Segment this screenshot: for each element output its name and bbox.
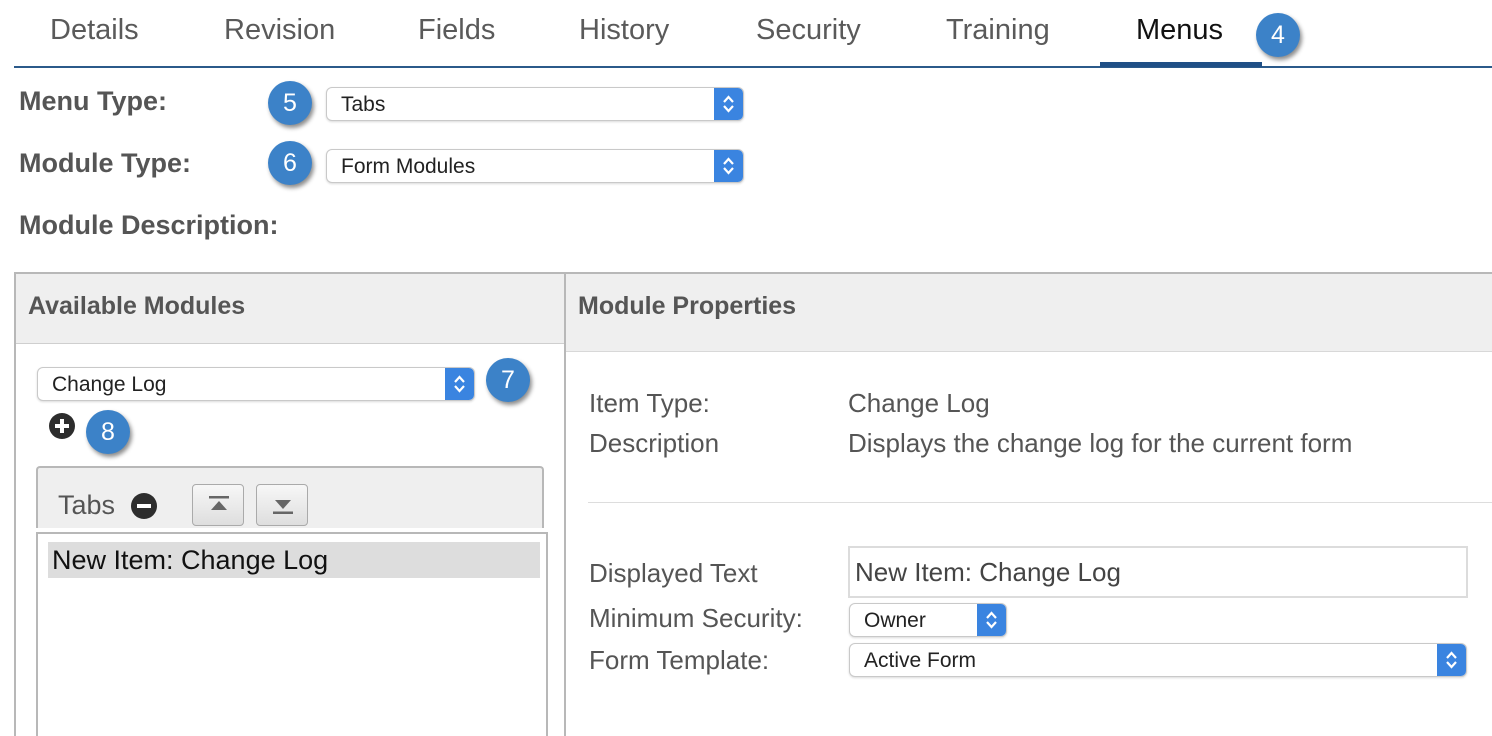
tab-security[interactable]: Security [756, 14, 861, 47]
select-arrows-icon [977, 604, 1006, 636]
callout-badge-6: 6 [268, 141, 312, 185]
tab-history[interactable]: History [579, 14, 669, 47]
displayed-text-input[interactable] [848, 546, 1468, 598]
displayed-text-label: Displayed Text [589, 558, 758, 588]
move-to-top-button[interactable] [192, 484, 244, 526]
callout-badge-8: 8 [86, 410, 130, 454]
tabs-menu-header: Tabs [36, 466, 544, 528]
tab-training[interactable]: Training [946, 14, 1050, 47]
move-top-icon [209, 496, 229, 510]
module-properties-header: Module Properties [566, 274, 1492, 352]
item-type-label: Item Type: [589, 388, 710, 418]
callout-badge-7: 7 [486, 358, 530, 402]
callout-badge-5: 5 [268, 81, 312, 125]
available-modules-title: Available Modules [28, 292, 246, 320]
description-value: Displays the change log for the current … [848, 428, 1353, 458]
tabs-menu-label: Tabs [58, 490, 116, 520]
module-type-label: Module Type: [19, 148, 191, 178]
list-item[interactable]: New Item: Change Log [48, 542, 540, 578]
menu-type-label: Menu Type: [19, 86, 167, 116]
form-template-select[interactable]: Active Form [849, 643, 1467, 677]
select-arrows-icon [714, 150, 743, 182]
active-tab-indicator [1100, 62, 1262, 67]
menu-type-value: Tabs [341, 93, 386, 116]
item-type-value: Change Log [848, 388, 990, 418]
minimum-security-value: Owner [864, 609, 926, 632]
tab-fields[interactable]: Fields [418, 14, 495, 47]
available-modules-header: Available Modules [16, 274, 566, 344]
menu-type-select[interactable]: Tabs [326, 87, 744, 121]
callout-badge-4: 4 [1256, 13, 1300, 57]
add-module-plus-icon[interactable] [49, 413, 75, 439]
available-module-select[interactable]: Change Log [37, 367, 475, 401]
select-arrows-icon [714, 88, 743, 120]
form-template-value: Active Form [864, 649, 977, 672]
properties-divider [588, 502, 1492, 503]
module-type-value: Form Modules [341, 155, 476, 178]
module-properties-title: Module Properties [578, 292, 797, 320]
minimum-security-label: Minimum Security: [589, 603, 803, 633]
select-arrows-icon [1437, 644, 1466, 676]
move-to-bottom-button[interactable] [256, 484, 308, 526]
available-module-value: Change Log [52, 373, 167, 396]
tab-details[interactable]: Details [50, 14, 139, 47]
select-arrows-icon [445, 368, 474, 400]
menu-items-list: New Item: Change Log [36, 532, 548, 736]
form-template-label: Form Template: [589, 645, 770, 675]
list-item-label: New Item: Change Log [52, 545, 329, 575]
description-label: Description [589, 428, 720, 458]
minimum-security-select[interactable]: Owner [849, 603, 1007, 637]
tab-menus[interactable]: Menus [1136, 14, 1223, 47]
remove-item-minus-icon[interactable] [131, 493, 157, 519]
module-description-label: Module Description: [19, 210, 279, 240]
move-bottom-icon [273, 500, 293, 514]
tab-revision[interactable]: Revision [224, 14, 335, 47]
module-type-select[interactable]: Form Modules [326, 149, 744, 183]
